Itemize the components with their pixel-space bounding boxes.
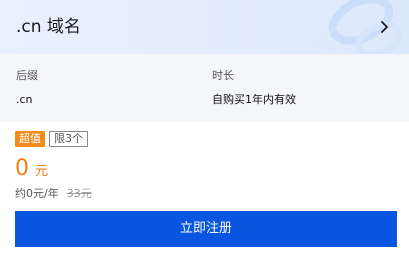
per-year-price: 约0元/年	[15, 187, 59, 200]
hot-deal-badge: 超值	[15, 131, 45, 147]
price-amount: 0	[15, 156, 29, 181]
pricing-section: 超值 限3个 0元 约0元/年 33元 立即注册	[0, 122, 409, 254]
card-header[interactable]: .cn 域名	[0, 0, 409, 54]
suffix-column: 后缀 .cn	[16, 68, 38, 108]
duration-column: 时长 自购买1年内有效	[212, 68, 296, 108]
tag-group: 超值 限3个	[15, 131, 88, 147]
price-unit: 元	[35, 164, 49, 179]
price-display: 0元	[15, 156, 48, 185]
duration-value: 自购买1年内有效	[212, 93, 296, 106]
chevron-right-icon[interactable]	[377, 19, 393, 35]
domain-title: .cn 域名	[16, 17, 81, 37]
limit-badge: 限3个	[49, 131, 88, 147]
domain-card: .cn 域名 后缀 .cn 时长 自购买1年内有效 超值 限3个 0元 约0元/…	[0, 0, 409, 254]
register-button[interactable]: 立即注册	[15, 211, 397, 247]
suffix-value: .cn	[16, 93, 33, 106]
suffix-label: 后缀	[16, 69, 38, 82]
duration-label: 时长	[212, 69, 234, 82]
price-details: 约0元/年 33元	[15, 186, 92, 202]
original-price: 33元	[66, 187, 92, 200]
info-section: 后缀 .cn 时长 自购买1年内有效	[0, 54, 409, 122]
